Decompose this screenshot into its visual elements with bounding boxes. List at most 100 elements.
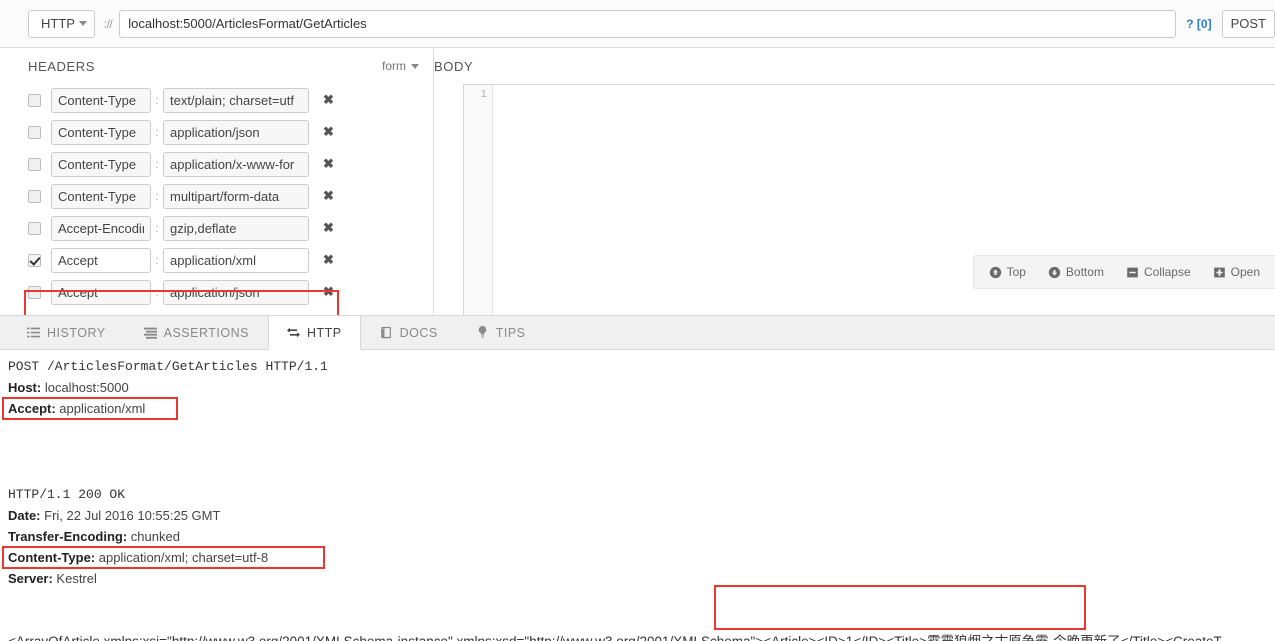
url-input[interactable] — [119, 9, 1177, 38]
header-name-input[interactable] — [51, 87, 151, 113]
header-colon: : — [155, 157, 159, 171]
body-pane-header: BODY — [434, 48, 1275, 84]
header-colon: : — [155, 221, 159, 235]
header-enabled-checkbox[interactable] — [28, 93, 41, 107]
remove-header-button[interactable]: ✖ — [323, 284, 334, 300]
protocol-select[interactable]: HTTP — [28, 9, 95, 38]
body-line-gutter: 1 — [464, 85, 493, 315]
header-field-value: Kestrel — [52, 571, 97, 586]
header-field-value: application/xml; charset=utf-8 — [95, 550, 269, 565]
button-label: Top — [1006, 265, 1026, 279]
header-value-input[interactable] — [163, 183, 309, 209]
header-field-value: Fri, 22 Jul 2016 10:55:25 GMT — [40, 508, 221, 523]
headers-mode-dropdown[interactable]: form — [382, 59, 419, 73]
header-enabled-checkbox[interactable] — [28, 221, 41, 235]
book-icon — [380, 326, 393, 339]
header-name-input[interactable] — [51, 247, 151, 273]
header-enabled-checkbox[interactable] — [28, 157, 41, 171]
header-value-input[interactable] — [163, 119, 309, 145]
http-transcript: POST /ArticlesFormat/GetArticles HTTP/1.… — [0, 350, 1275, 641]
body-line-number: 1 — [480, 89, 487, 101]
header-name-input[interactable] — [51, 151, 151, 177]
header-enabled-checkbox[interactable] — [28, 285, 41, 299]
chevron-down-icon — [78, 21, 87, 26]
help-link[interactable]: ? [0] — [1186, 17, 1211, 31]
header-field-value: application/xml — [55, 401, 146, 416]
header-row: :✖ — [28, 84, 433, 116]
header-field-name: Host: — [8, 380, 42, 395]
header-field-name: Date: — [8, 508, 41, 523]
remove-header-button[interactable]: ✖ — [323, 156, 334, 172]
method-select[interactable]: POST — [1221, 9, 1275, 38]
header-field-name: Accept: — [8, 401, 56, 416]
header-field-name: Server: — [8, 571, 53, 586]
header-name-input[interactable] — [51, 183, 151, 209]
remove-header-button[interactable]: ✖ — [323, 252, 334, 268]
open-button[interactable]: Open — [1202, 265, 1271, 279]
protocol-select-value: HTTP — [41, 16, 75, 31]
header-row: :✖ — [28, 212, 433, 244]
method-select-value: POST — [1230, 16, 1266, 31]
exchange-icon — [286, 326, 300, 339]
header-row: :✖ — [28, 116, 433, 148]
top-button[interactable]: Top — [978, 265, 1037, 279]
bottom-button[interactable]: Bottom — [1037, 265, 1115, 279]
tab-http[interactable]: HTTP — [267, 316, 361, 350]
tab-history[interactable]: HISTORY — [8, 316, 125, 349]
body-editor[interactable]: 1 Top Bottom Collapse Open — [463, 84, 1275, 315]
response-body: <ArrayOfArticle xmlns:xsi="http://www.w3… — [8, 631, 1275, 641]
header-value-input[interactable] — [163, 279, 309, 305]
tab-tips[interactable]: TIPS — [457, 316, 545, 349]
collapse-button[interactable]: Collapse — [1115, 265, 1202, 279]
body-title: BODY — [434, 58, 474, 74]
header-value-input[interactable] — [163, 247, 309, 273]
url-bar: HTTP :// ? [0] POST — [0, 0, 1275, 48]
request-headers: Host: localhost:5000 Accept: application/… — [2, 377, 1275, 420]
headers-title: HEADERS — [28, 58, 96, 74]
header-colon: : — [155, 189, 159, 203]
tab-label: HISTORY — [47, 325, 106, 340]
response-headers: Date: Fri, 22 Jul 2016 10:55:25 GMT Trans… — [2, 505, 1275, 589]
headers-mode-label: form — [382, 59, 406, 73]
header-enabled-checkbox[interactable] — [28, 189, 41, 203]
response-header-line: Date: Fri, 22 Jul 2016 10:55:25 GMT — [8, 505, 1275, 526]
body-pane: BODY 1 Top Bottom Collapse Open — [434, 48, 1275, 315]
list-icon — [27, 326, 40, 339]
tab-label: HTTP — [306, 325, 342, 340]
headers-pane-header: HEADERS form — [0, 48, 433, 84]
request-header-line: Accept: application/xml — [2, 397, 1275, 420]
remove-header-button[interactable]: ✖ — [323, 188, 334, 204]
header-colon: : — [155, 253, 159, 267]
minus-square-icon — [1126, 266, 1139, 279]
headers-pane: HEADERS form :✖:✖:✖:✖:✖:✖:✖ — [0, 48, 434, 315]
remove-header-button[interactable]: ✖ — [323, 124, 334, 140]
status-line: HTTP/1.1 200 OK — [8, 487, 126, 502]
tab-docs[interactable]: DOCS — [361, 316, 457, 349]
header-name-input[interactable] — [51, 279, 151, 305]
tab-label: ASSERTIONS — [163, 325, 249, 340]
header-value-input[interactable] — [163, 151, 309, 177]
tab-assertions[interactable]: ASSERTIONS — [125, 316, 268, 349]
header-value-input[interactable] — [163, 215, 309, 241]
header-enabled-checkbox[interactable] — [28, 253, 41, 267]
tasks-icon — [143, 326, 157, 339]
header-value-input[interactable] — [163, 87, 309, 113]
button-label: Open — [1230, 265, 1260, 279]
bulb-icon — [476, 326, 489, 339]
request-header-line: Host: localhost:5000 — [8, 377, 1275, 398]
header-row: :✖ — [28, 148, 433, 180]
header-row: :✖ — [28, 180, 433, 212]
response-header-line: Content-Type: application/xml; charset=u… — [2, 546, 1275, 569]
header-name-input[interactable] — [51, 119, 151, 145]
remove-header-button[interactable]: ✖ — [323, 92, 334, 108]
arrow-down-circle-icon — [1048, 266, 1061, 279]
header-name-input[interactable] — [51, 215, 151, 241]
remove-header-button[interactable]: ✖ — [323, 220, 334, 236]
chevron-down-icon — [411, 63, 419, 69]
header-field-value: localhost:5000 — [41, 380, 129, 395]
header-enabled-checkbox[interactable] — [28, 125, 41, 139]
response-header-line: Server: Kestrel — [8, 568, 1275, 589]
request-line: POST /ArticlesFormat/GetArticles HTTP/1.… — [8, 359, 328, 374]
button-label: Collapse — [1143, 265, 1191, 279]
body-editor-toolbar: Top Bottom Collapse Open — [972, 255, 1275, 289]
